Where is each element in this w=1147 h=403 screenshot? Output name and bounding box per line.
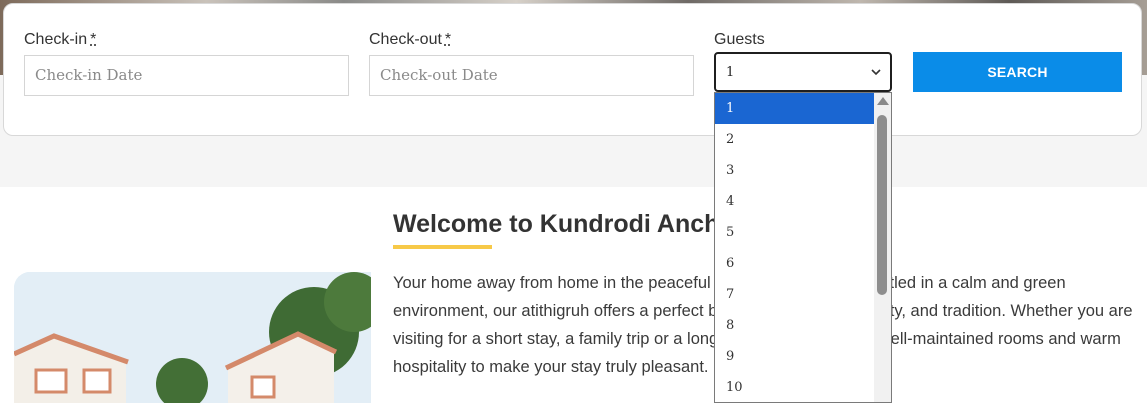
guest-option[interactable]: 2: [715, 124, 874, 155]
checkout-label: Check-out *: [369, 31, 452, 48]
guest-option[interactable]: 4: [715, 186, 874, 217]
checkin-input[interactable]: Check-in Date: [24, 55, 349, 96]
dropdown-scrollbar[interactable]: [874, 93, 891, 402]
guest-option[interactable]: 1: [715, 93, 874, 124]
guest-option[interactable]: 10: [715, 372, 874, 402]
guests-options-list: 1 2 3 4 5 6 7 8 9 10: [715, 93, 874, 402]
checkin-label: Check-in *: [24, 31, 97, 48]
guest-option[interactable]: 7: [715, 279, 874, 310]
guest-option[interactable]: 9: [715, 341, 874, 372]
guest-option[interactable]: 8: [715, 310, 874, 341]
search-button[interactable]: SEARCH: [913, 52, 1122, 92]
guesthouse-photo: [14, 272, 371, 403]
required-marker: *: [90, 31, 97, 48]
checkout-input[interactable]: Check-out Date: [369, 55, 694, 96]
scroll-up-icon[interactable]: [877, 97, 889, 105]
title-underline: [393, 245, 492, 249]
guests-select[interactable]: 1: [714, 52, 892, 92]
guest-option[interactable]: 3: [715, 155, 874, 186]
guest-option[interactable]: 5: [715, 217, 874, 248]
required-marker: *: [444, 31, 452, 48]
guest-option[interactable]: 6: [715, 248, 874, 279]
guests-label: Guests: [714, 31, 765, 48]
scrollbar-thumb[interactable]: [877, 115, 887, 295]
guests-dropdown[interactable]: 1 2 3 4 5 6 7 8 9 10: [714, 92, 892, 403]
guests-selected-value: 1: [726, 65, 735, 80]
